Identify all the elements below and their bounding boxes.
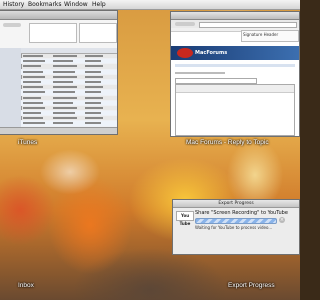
menu-bookmarks[interactable]: Bookmarks xyxy=(28,0,62,9)
youtube-logo-text: You Tube xyxy=(179,213,191,226)
menu-history[interactable]: History xyxy=(3,0,24,9)
browser-window[interactable]: Signature Header MacForums xyxy=(170,11,300,137)
itunes-toolbar xyxy=(0,20,117,49)
forum-breadcrumb xyxy=(175,72,225,74)
window-titlebar[interactable] xyxy=(0,11,117,20)
menu-help[interactable]: Help xyxy=(92,0,106,9)
menu-window[interactable]: Window xyxy=(64,0,88,9)
signin-title: Signature Header xyxy=(243,32,279,37)
forum-logo xyxy=(177,48,193,58)
itunes-window[interactable] xyxy=(0,10,118,135)
cancel-export-icon[interactable]: × xyxy=(279,217,285,223)
itunes-track-list[interactable] xyxy=(21,54,117,134)
share-text: Share "Screen Recording" to YouTube xyxy=(195,210,288,216)
forum-navbar xyxy=(175,64,295,67)
itunes-status-bar xyxy=(0,127,117,134)
export-window-label: Export Progress xyxy=(228,282,275,289)
youtube-logo: You Tube xyxy=(176,211,194,226)
signin-box[interactable]: Signature Header xyxy=(241,30,299,42)
browser-titlebar[interactable] xyxy=(171,12,299,20)
itunes-window-label: iTunes xyxy=(18,139,38,146)
export-status: Waiting for YouTube to process video... xyxy=(195,225,273,230)
reply-editor[interactable] xyxy=(175,84,295,136)
forum-site-name: MacForums xyxy=(195,50,228,56)
browser-window-label: Mac Forums - Reply to Topic xyxy=(186,139,269,146)
export-titlebar[interactable]: Export Progress xyxy=(173,200,299,208)
itunes-sidebar[interactable] xyxy=(0,48,22,128)
editor-toolbar[interactable] xyxy=(176,85,294,93)
export-progress-bar xyxy=(195,218,277,224)
export-progress-window[interactable]: Export Progress You Tube Share "Screen R… xyxy=(172,199,300,255)
inbox-window-label: Inbox xyxy=(18,282,34,289)
menu-bar: History Bookmarks Window Help xyxy=(0,0,300,10)
